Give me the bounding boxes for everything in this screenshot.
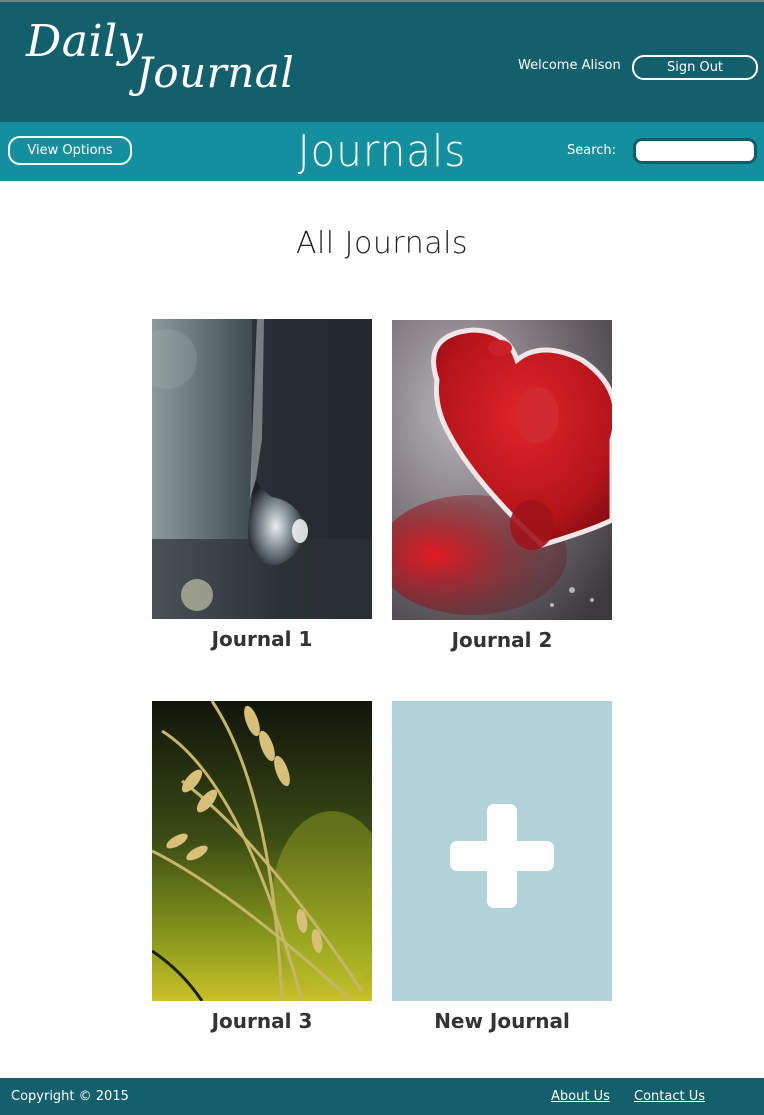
about-us-link[interactable]: About Us bbox=[551, 1089, 610, 1104]
sign-out-button[interactable]: Sign Out bbox=[632, 55, 758, 80]
journal-1-title[interactable]: Journal 1 bbox=[152, 627, 372, 651]
logo-daily: Daily bbox=[26, 16, 144, 67]
welcome-text: Welcome Alison bbox=[518, 58, 621, 73]
site-header: Daily Journal Welcome Alison Sign Out bbox=[0, 0, 764, 122]
journal-2-title[interactable]: Journal 2 bbox=[392, 628, 612, 652]
contact-us-link[interactable]: Contact Us bbox=[634, 1089, 705, 1104]
new-journal-background bbox=[392, 701, 612, 1001]
journal-3-title[interactable]: Journal 3 bbox=[152, 1009, 372, 1033]
nav-bar: View Options Journals Search: bbox=[0, 122, 764, 181]
logo-journal: Journal bbox=[136, 48, 295, 97]
search-label: Search: bbox=[567, 143, 617, 158]
journal-3-cover-image[interactable] bbox=[152, 701, 372, 1001]
search-input[interactable] bbox=[633, 138, 757, 164]
new-journal-button[interactable] bbox=[392, 701, 612, 1001]
journal-2-cover-image[interactable] bbox=[392, 320, 612, 620]
page-heading: All Journals bbox=[295, 226, 469, 261]
copyright-text: Copyright © 2015 bbox=[11, 1089, 129, 1104]
journal-1-cover-image[interactable] bbox=[152, 319, 372, 619]
plus-icon-bar bbox=[450, 841, 554, 871]
site-footer: Copyright © 2015 About Us Contact Us bbox=[0, 1078, 764, 1115]
section-title: Journals bbox=[297, 126, 467, 177]
new-journal-title[interactable]: New Journal bbox=[392, 1009, 612, 1033]
